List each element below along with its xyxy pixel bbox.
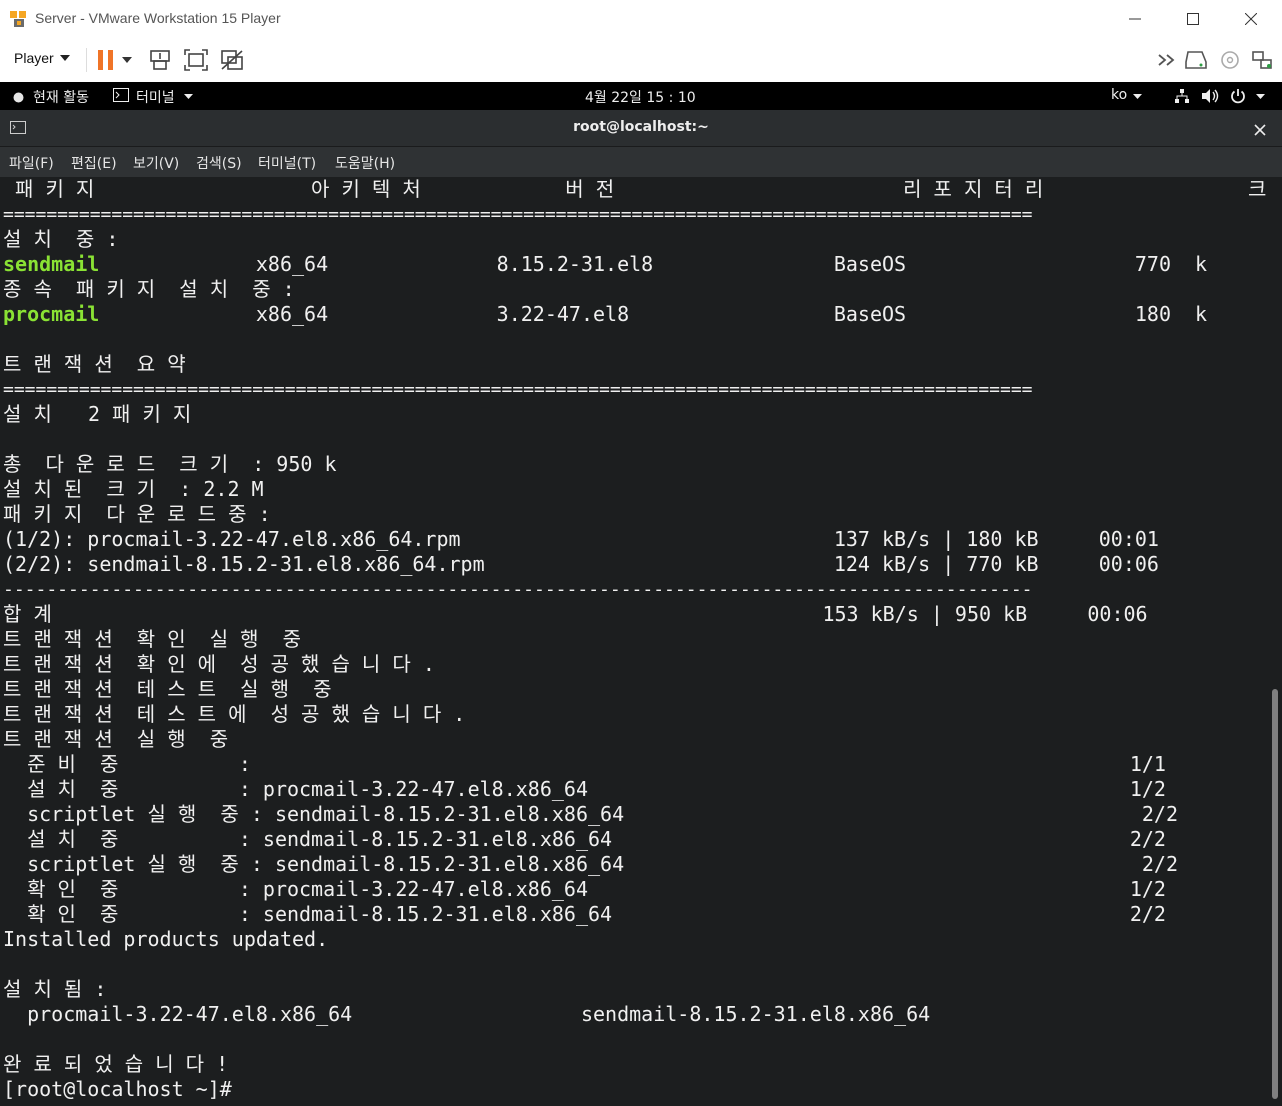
terminal-line: 패 키 지 다 운 로 드 중 : [3,502,271,526]
menu-edit[interactable]: 편집(E) [71,153,117,173]
language-chevron-icon [1133,94,1142,99]
terminal-line: procmail x86_64 3.22-47.el8 BaseOS 180 k [3,302,1207,327]
terminal-line: 설 치 중 : procmail-3.22-47.el8.x86_64 1/2 [3,777,1166,801]
cd-rom-icon[interactable] [1218,48,1242,72]
scrollbar-thumb[interactable] [1272,689,1278,1099]
terminal-line: 준 비 중 : 1/1 [3,752,1166,776]
package-name: sendmail [3,252,100,276]
system-menu-chevron-icon [1256,94,1265,99]
terminal-line: 설 치 중 : [3,227,119,251]
terminal-line: 설 치 2 패 키 지 [3,402,192,426]
terminal-line: 확 인 중 : procmail-3.22-47.el8.x86_64 1/2 [3,877,1166,901]
language-indicator[interactable]: ko [1111,87,1127,103]
terminal-title: root@localhost:~ [573,119,709,135]
terminal-line: 확 인 중 : sendmail-8.15.2-31.el8.x86_64 2/… [3,902,1166,926]
package-info: x86_64 8.15.2-31.el8 BaseOS 770 k [99,252,1208,276]
terminal-line: ========================================… [3,379,1033,400]
terminal-line: 종 속 패 키 지 설 치 중 : [3,277,295,301]
terminal-line: sendmail x86_64 8.15.2-31.el8 BaseOS 770… [3,252,1207,277]
maximize-button[interactable] [1164,0,1222,38]
activities-button[interactable]: 현재 활동 [33,87,89,107]
package-info: x86_64 3.22-47.el8 BaseOS 180 k [99,302,1208,326]
terminal-close-icon[interactable] [1254,121,1268,136]
volume-icon[interactable] [1201,88,1219,104]
terminal-app-icon [113,88,130,103]
terminal-line: 설 치 중 : sendmail-8.15.2-31.el8.x86_64 2/… [3,827,1166,851]
terminal-line: 트 랜 잭 션 실 행 중 [3,727,229,751]
gnome-top-bar: 현재 활동 터미널 4월 22일 15 : 10 ko [0,82,1282,110]
menu-view[interactable]: 보기(V) [133,153,179,173]
network-adapter-icon[interactable] [1250,48,1274,72]
terminal-line: Installed products updated. [3,927,329,951]
terminal-line: 완 료 되 었 습 니 다 ! [3,1052,229,1076]
more-devices-icon[interactable] [1156,48,1180,72]
hard-disk-icon[interactable] [1184,48,1208,72]
terminal-line: procmail-3.22-47.el8.x86_64 sendmail-8.1… [3,1002,931,1026]
send-ctrl-alt-del-icon[interactable] [148,48,172,72]
terminal-line: scriptlet 실 행 중 : sendmail-8.15.2-31.el8… [3,802,1179,826]
terminal-headerbar: root@localhost:~ [0,110,1282,147]
terminal-menubar: 파일(F) 편집(E) 보기(V) 검색(S) 터미널(T) 도움말(H) [0,147,1282,177]
terminal-prompt[interactable]: [root@localhost ~]# [3,1077,232,1102]
close-button[interactable] [1222,0,1280,38]
menu-file[interactable]: 파일(F) [9,153,54,173]
terminal-line: 설 치 됨 : [3,977,107,1001]
terminal-line: 트 랜 잭 션 확 인 에 성 공 했 습 니 다 . [3,652,435,676]
player-menu-button[interactable]: Player [14,50,70,66]
app-menu-button[interactable]: 터미널 [136,87,175,107]
terminal-line: 트 랜 잭 션 테 스 트 실 행 중 [3,677,332,701]
terminal-line: 설 치 된 크 기 : 2.2 M [3,477,264,501]
fullscreen-icon[interactable] [184,48,208,72]
pause-icon[interactable] [94,48,118,72]
terminal-line: (2/2): sendmail-8.15.2-31.el8.x86_64.rpm… [3,552,1159,576]
app-menu-chevron-icon [184,94,193,99]
power-icon[interactable] [1230,88,1246,104]
unity-icon[interactable] [220,48,244,72]
terminal-line: 트 랜 잭 션 테 스 트 에 성 공 했 습 니 다 . [3,702,466,726]
window-title: Server - VMware Workstation 15 Player [35,10,281,26]
network-icon[interactable] [1174,88,1190,104]
pause-dropdown-icon[interactable] [120,48,134,72]
vmware-titlebar: Server - VMware Workstation 15 Player [0,0,1282,39]
menu-help[interactable]: 도움말(H) [335,153,395,173]
terminal-line: 트 랜 잭 션 요 약 [3,352,186,376]
terminal-scrollbar[interactable] [1268,177,1282,1106]
activities-icon [13,91,24,103]
terminal-line: (1/2): procmail-3.22-47.el8.x86_64.rpm 1… [3,527,1159,551]
terminal-line: ========================================… [3,204,1033,225]
package-name: procmail [3,302,100,326]
menu-search[interactable]: 검색(S) [196,153,242,173]
clock[interactable]: 4월 22일 15 : 10 [585,87,696,107]
minimize-button[interactable] [1106,0,1164,38]
terminal-line: 패 키 지 아 키 텍 처 버 전 리 포 지 터 리 크 기 [3,177,1268,201]
vmware-toolbar: Player [0,38,1282,83]
terminal-line: ----------------------------------------… [3,579,1033,600]
terminal-output[interactable]: 패 키 지 아 키 텍 처 버 전 리 포 지 터 리 크 기 ========… [0,177,1268,1106]
terminal-line: 트 랜 잭 션 확 인 실 행 중 [3,627,302,651]
terminal-line: 합 계 153 kB/s | 950 kB 00:06 [3,602,1148,626]
terminal-line: scriptlet 실 행 중 : sendmail-8.15.2-31.el8… [3,852,1179,876]
vmware-logo-icon [9,9,29,29]
menu-terminal[interactable]: 터미널(T) [258,153,316,173]
player-menu-label: Player [14,50,54,66]
chevron-down-icon [59,55,70,61]
terminal-line: 총 다 운 로 드 크 기 : 950 k [3,452,337,476]
